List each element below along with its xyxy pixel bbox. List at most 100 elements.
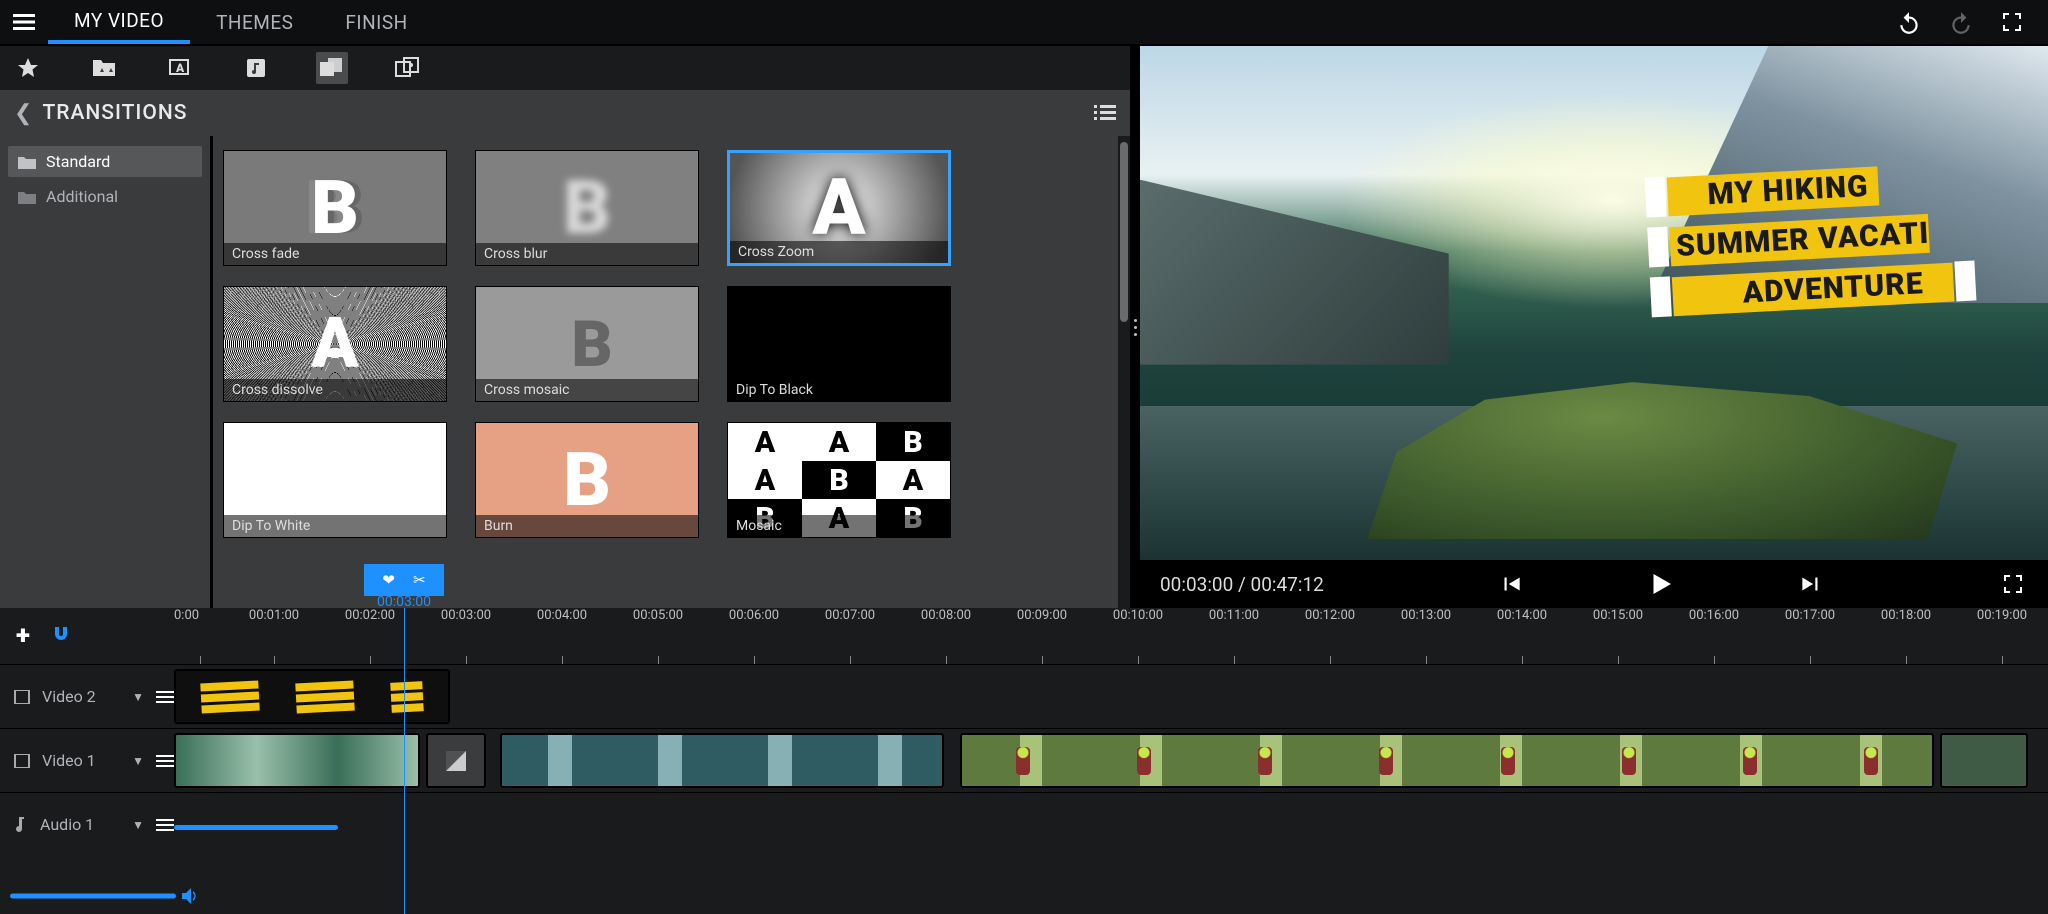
thumb-art: B (571, 307, 602, 382)
fullscreen-icon[interactable] (2000, 10, 2024, 34)
ruler-tick: 00:13:00 (1378, 608, 1474, 664)
title-clip[interactable] (174, 669, 450, 724)
splitter-handle[interactable] (1130, 46, 1140, 608)
track-label: Video 1 (42, 751, 96, 770)
transition-dip-to-black[interactable]: Dip To Black (727, 286, 951, 402)
main-area: A ❮ TRANSITIONS (0, 46, 2048, 608)
ruler-tick: 00:03:00 (418, 608, 514, 664)
ruler-tick: 00:09:00 (994, 608, 1090, 664)
ruler-tick: 00:17:00 (1762, 608, 1858, 664)
transition-burn[interactable]: B Burn (475, 422, 699, 538)
playhead-time: 00:03:00 (360, 594, 448, 610)
redo-icon[interactable] (1948, 10, 1972, 34)
track-video-1: Video 1 ▼ (0, 728, 2048, 792)
track-type-icon (14, 817, 28, 833)
list-view-icon[interactable] (1094, 105, 1116, 121)
effects-icon[interactable] (392, 52, 424, 84)
library-tabbar: A (0, 46, 1130, 90)
svg-text:A: A (175, 61, 185, 75)
thumb-label: Burn (476, 515, 698, 537)
transition-cross-fade[interactable]: B Cross fade (223, 150, 447, 266)
ruler-tick: 00:06:00 (706, 608, 802, 664)
transition-dip-to-white[interactable]: Dip To White (223, 422, 447, 538)
preview-controls: 00:03:00 / 00:47:12 (1140, 560, 2048, 608)
add-track-icon[interactable]: + (16, 621, 30, 651)
cut-icon[interactable]: ✂ (413, 571, 426, 589)
time-display: 00:03:00 / 00:47:12 (1160, 573, 1324, 596)
timeline: + 0:0000:01:0000:02:0000:03:0000:04:0000… (0, 608, 2048, 914)
video-clip-3[interactable] (960, 733, 1934, 788)
tab-themes[interactable]: THEMES (190, 0, 319, 44)
track-menu-icon[interactable] (156, 819, 174, 831)
thumb-label: Mosaic (728, 515, 950, 537)
prev-button[interactable] (1496, 569, 1526, 599)
favorites-icon[interactable] (12, 52, 44, 84)
marker-icon[interactable]: ❤ (382, 571, 395, 589)
ruler-tick: 00:01:00 (226, 608, 322, 664)
play-button[interactable] (1646, 569, 1676, 599)
title-line-3: ADVENTURE (1672, 262, 1955, 316)
transition-grid: B Cross fade B Cross blur A Cross Zoom A… (210, 136, 1118, 608)
ruler-tick: 00:10:00 (1090, 608, 1186, 664)
preview-title-overlay: MY HIKING SUMMER VACATI ADVENTURE (1643, 161, 1979, 318)
ruler-scale[interactable]: 0:0000:01:0000:02:0000:03:0000:04:0000:0… (174, 608, 2048, 664)
transitions-icon[interactable] (316, 52, 348, 84)
category-standard[interactable]: Standard (8, 146, 202, 177)
titles-icon[interactable]: A (164, 52, 196, 84)
tab-my-video[interactable]: MY VIDEO (48, 0, 190, 44)
ruler-tick: 00:04:00 (514, 608, 610, 664)
thumb-art: B (563, 165, 611, 252)
track-collapse-icon[interactable]: ▼ (132, 818, 144, 832)
title-line-2: SUMMER VACATI (1670, 214, 1931, 267)
ruler-tick: 00:05:00 (610, 608, 706, 664)
main-tabs: MY VIDEO THEMES FINISH (48, 0, 434, 44)
ruler-tick: 00:11:00 (1186, 608, 1282, 664)
thumb-label: Cross Zoom (730, 241, 948, 263)
library-scrollbar[interactable] (1118, 136, 1130, 608)
tab-finish[interactable]: FINISH (319, 0, 433, 44)
media-icon[interactable] (88, 52, 120, 84)
transition-clip[interactable] (426, 733, 486, 788)
preview-panel: MY HIKING SUMMER VACATI ADVENTURE 00:03:… (1140, 46, 2048, 608)
timeline-ruler: + 0:0000:01:0000:02:0000:03:0000:04:0000… (0, 608, 2048, 664)
transition-cross-zoom[interactable]: A Cross Zoom (727, 150, 951, 266)
ruler-tick: 00:14:00 (1474, 608, 1570, 664)
ruler-tick: 00:18:00 (1858, 608, 1954, 664)
transition-cross-blur[interactable]: B Cross blur (475, 150, 699, 266)
transition-mosaic[interactable]: AAB ABA BAB Mosaic (727, 422, 951, 538)
hamburger-button[interactable] (0, 0, 48, 44)
preview-viewport[interactable]: MY HIKING SUMMER VACATI ADVENTURE (1140, 46, 2048, 560)
thumb-art: B (311, 165, 359, 252)
transition-cross-dissolve[interactable]: A Cross dissolve (223, 286, 447, 402)
transition-cross-mosaic[interactable]: B Cross mosaic (475, 286, 699, 402)
next-button[interactable] (1796, 569, 1826, 599)
preview-fullscreen-icon[interactable] (1998, 569, 2028, 599)
thumb-label: Cross dissolve (224, 379, 446, 401)
video-clip-1[interactable] (174, 733, 420, 788)
magnet-icon[interactable] (48, 624, 74, 648)
track-type-icon (14, 690, 30, 704)
track-label: Audio 1 (40, 815, 94, 834)
track-audio-1: Audio 1 ▼ (0, 792, 2048, 856)
thumb-label: Cross fade (224, 243, 446, 265)
track-collapse-icon[interactable]: ▼ (132, 690, 144, 704)
ruler-tick: 00:08:00 (898, 608, 994, 664)
category-additional[interactable]: Additional (8, 181, 202, 212)
library-body: Standard Additional B Cross fade B Cross… (0, 136, 1130, 608)
back-icon[interactable]: ❮ (14, 101, 32, 126)
track-menu-icon[interactable] (156, 755, 174, 767)
audio-icon[interactable] (240, 52, 272, 84)
track-menu-icon[interactable] (156, 691, 174, 703)
playhead[interactable]: ❤ ✂ 00:03:00 (404, 608, 405, 914)
ruler-tick: 00:07:00 (802, 608, 898, 664)
thumb-label: Cross blur (476, 243, 698, 265)
top-right-controls (1896, 0, 2048, 44)
track-label: Video 2 (42, 687, 96, 706)
folder-icon (18, 190, 36, 204)
video-clip-2[interactable] (500, 733, 944, 788)
thumb-art: A (812, 163, 865, 254)
video-clip-4[interactable] (1940, 733, 2028, 788)
volume-slider[interactable] (10, 888, 200, 904)
track-collapse-icon[interactable]: ▼ (132, 754, 144, 768)
undo-icon[interactable] (1896, 10, 1920, 34)
